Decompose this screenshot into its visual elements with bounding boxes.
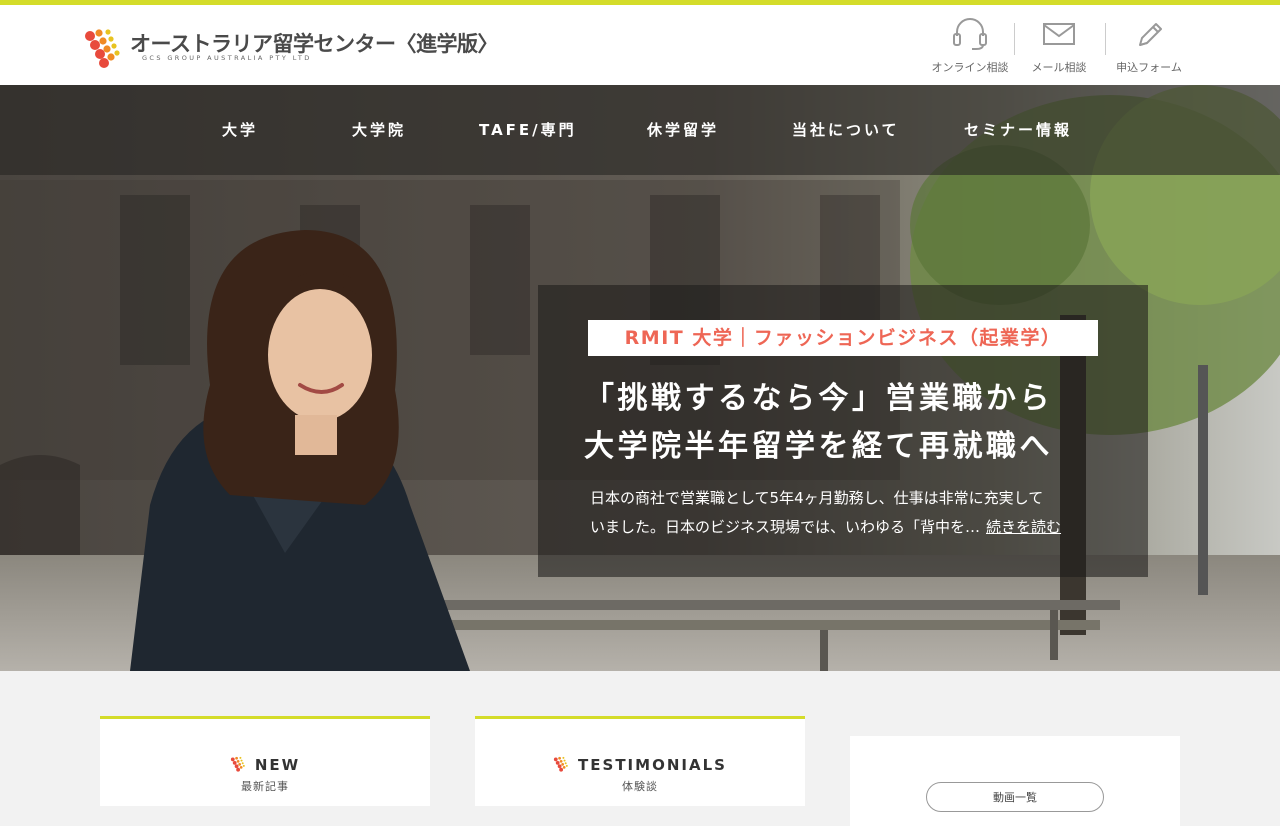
nav-item-university[interactable]: 大学 (222, 119, 258, 140)
mail-icon (1043, 23, 1075, 45)
logo-mark-icon (553, 756, 568, 772)
hero-headline-line-2: 大学院半年留学を経て再就職へ (584, 429, 1053, 464)
video-list-button[interactable]: 動画一覧 (926, 782, 1104, 812)
site-header: オーストラリア留学センター〈進学版〉 GCS GROUP AUSTRALIA P… (0, 5, 1280, 85)
hero-excerpt-line-1: 日本の商社で営業職として5年4ヶ月勤務し、仕事は非常に充実して (590, 489, 1044, 507)
new-articles-heading: NEW (254, 756, 301, 774)
nav-item-graduate-school[interactable]: 大学院 (352, 119, 406, 140)
hero-headline: 「挑戦するなら今」営業職から 大学院半年留学を経て再就職へ (584, 375, 1053, 471)
testimonials-title: TESTIMONIALS (475, 756, 805, 774)
nav-item-seminars[interactable]: セミナー情報 (964, 119, 1072, 140)
testimonials-section: TESTIMONIALS 体験談 (475, 716, 805, 806)
main-navigation: 大学 大学院 TAFE/専門 休学留学 当社について セミナー情報 (0, 85, 1280, 175)
pencil-icon (1139, 23, 1162, 46)
new-articles-title: NEW (100, 756, 430, 774)
application-form-label: 申込フォーム (1116, 61, 1182, 74)
read-more-link[interactable]: 続きを読む (986, 518, 1061, 536)
logo-mark-icon (85, 29, 120, 68)
application-form-link[interactable]: 申込フォーム (1112, 17, 1186, 77)
hero-excerpt-line-2: いました。日本のビジネス現場では、いわゆる「背中を… 続きを読む (590, 513, 1110, 542)
hero-banner: 大学 大学院 TAFE/専門 休学留学 当社について セミナー情報 RMIT 大… (0, 85, 1280, 671)
mail-consultation-label: メール相談 (1031, 61, 1087, 74)
testimonials-heading: TESTIMONIALS (578, 756, 727, 774)
headset-icon (953, 18, 987, 50)
video-section: 動画一覧 (850, 736, 1180, 826)
online-consultation-label: オンライン相談 (931, 61, 1009, 74)
logo-subtitle: GCS GROUP AUSTRALIA PTY LTD (142, 54, 312, 62)
header-divider (1014, 23, 1015, 55)
nav-item-leave-of-absence[interactable]: 休学留学 (647, 119, 719, 140)
hero-excerpt-line-2-text: いました。日本のビジネス現場では、いわゆる「背中を… (590, 518, 981, 536)
nav-item-about-us[interactable]: 当社について (792, 119, 900, 140)
new-articles-section: NEW 最新記事 (100, 716, 430, 806)
logo-mark-icon (230, 756, 245, 772)
testimonials-subtitle: 体験談 (622, 780, 658, 793)
site-logo[interactable]: オーストラリア留学センター〈進学版〉 GCS GROUP AUSTRALIA P… (84, 27, 498, 73)
online-consultation-link[interactable]: オンライン相談 (930, 17, 1010, 77)
new-articles-subtitle: 最新記事 (241, 780, 289, 793)
hero-caption: RMIT 大学｜ファッションビジネス（起業学） 「挑戦するなら今」営業職から 大… (538, 285, 1148, 577)
hero-headline-line-1: 「挑戦するなら今」営業職から (584, 381, 1053, 416)
header-divider (1105, 23, 1106, 55)
hero-tagline: RMIT 大学｜ファッションビジネス（起業学） (588, 320, 1098, 356)
hero-excerpt: 日本の商社で営業職として5年4ヶ月勤務し、仕事は非常に充実して いました。日本の… (590, 484, 1110, 542)
nav-item-tafe[interactable]: TAFE/専門 (479, 119, 577, 140)
mail-consultation-link[interactable]: メール相談 (1022, 17, 1096, 77)
